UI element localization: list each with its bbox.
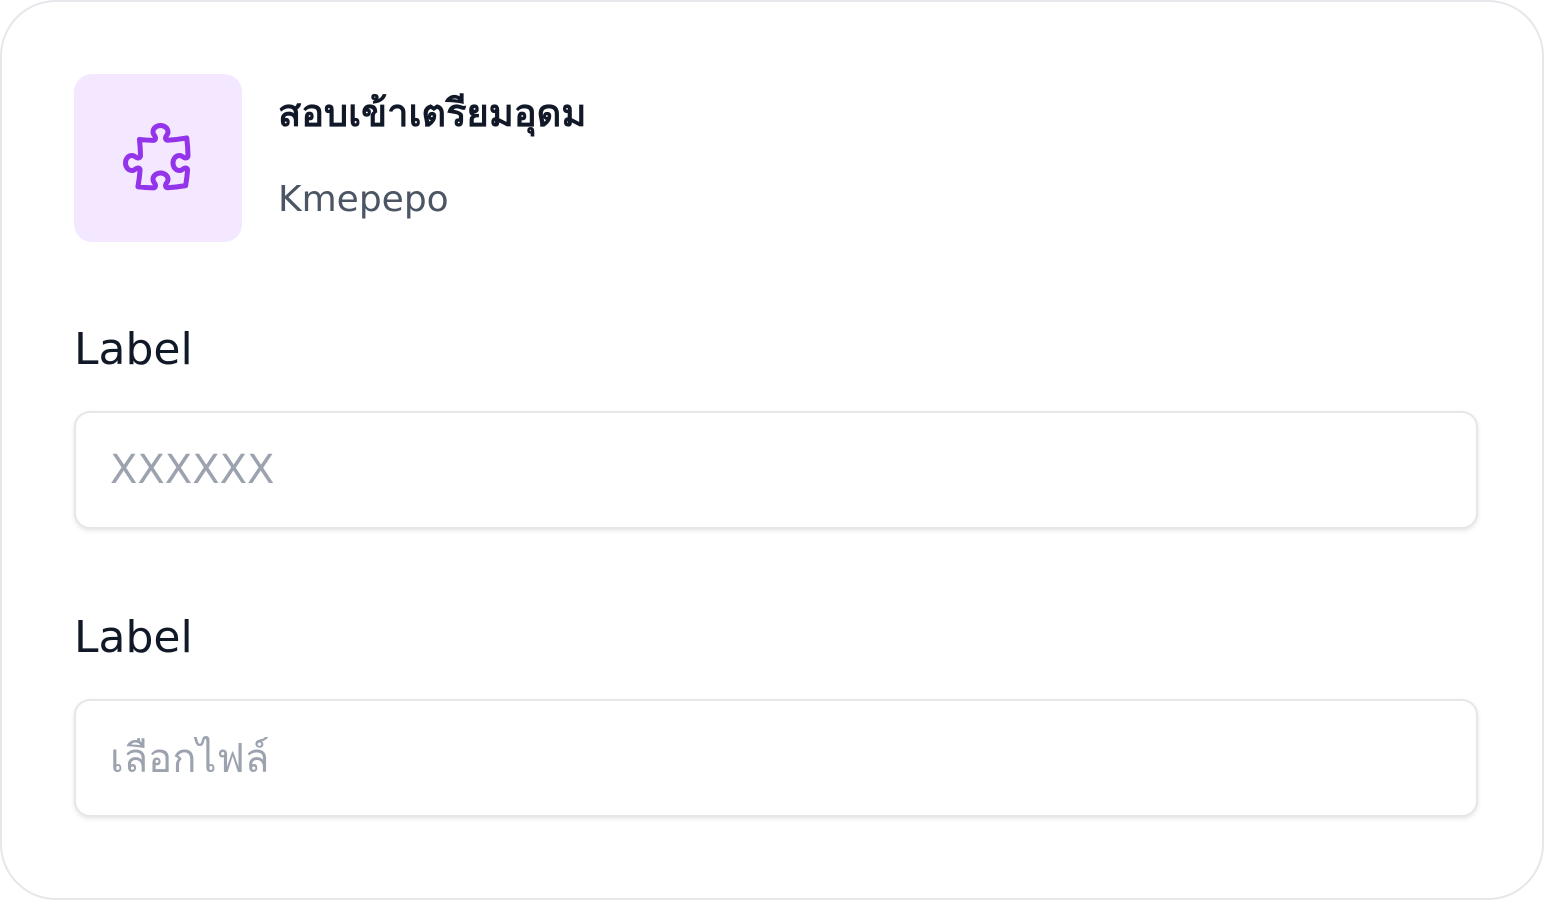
page-subtitle: Kmepepo xyxy=(278,179,449,220)
file-picker-input[interactable]: เลือกไฟล์ xyxy=(74,699,1478,817)
file-picker-placeholder: เลือกไฟล์ xyxy=(110,736,270,782)
form-card: สอบเข้าเตรียมอุดม Kmepepo Label Label เล… xyxy=(0,0,1544,900)
app-icon-box xyxy=(74,74,242,242)
page-title: สอบเข้าเตรียมอุดม xyxy=(278,91,587,135)
text-input[interactable] xyxy=(74,411,1478,529)
puzzle-icon xyxy=(123,123,191,191)
field-2-label: Label xyxy=(74,612,193,663)
field-1-label: Label xyxy=(74,324,193,375)
